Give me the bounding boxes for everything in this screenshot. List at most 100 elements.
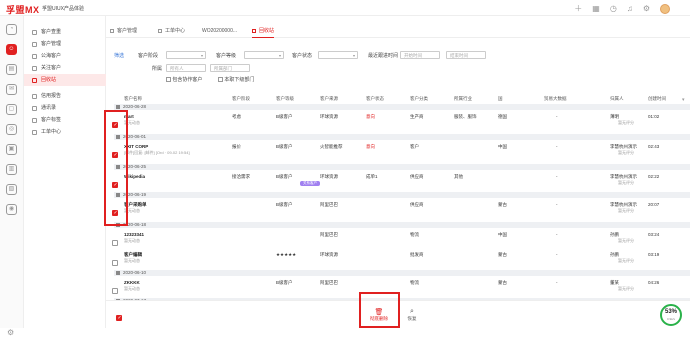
chevron-down-icon: ▾ [200, 53, 203, 58]
table-row[interactable]: mart 暂无动态 考虑 B级客户 环球资源 意向 生产商 服装、服饰 德国 -… [112, 112, 690, 128]
column-header[interactable]: 所属行业 [454, 96, 472, 102]
compass-icon[interactable]: ◎ [6, 124, 17, 135]
progress-indicator[interactable]: 53% 0.9k/s [660, 304, 682, 326]
target-icon[interactable]: ◉ [6, 204, 17, 215]
filter-button[interactable]: 筛选 [114, 52, 124, 59]
sidebar-item-tags[interactable]: 客户标签 [24, 114, 106, 126]
owner-rating: 暂无评分 [618, 238, 634, 243]
tasks-icon[interactable]: ▣ [6, 144, 17, 155]
column-header[interactable]: 归属人 [610, 96, 624, 102]
folder-icon[interactable]: ▥ [6, 164, 17, 175]
department-select[interactable]: 所属部门 [210, 64, 250, 72]
row-checkbox[interactable] [112, 288, 118, 294]
include-sub-checkbox[interactable] [218, 77, 223, 83]
owner-rating: 暂无评分 [618, 208, 634, 213]
table-row[interactable]: 客户采购单 暂无动态 B级客户 阿里巴巴 供应商 蒙古 - 李慧杭州演示 暂无评… [112, 200, 690, 216]
dashboard-icon[interactable]: ◔ [6, 24, 17, 35]
table-row[interactable]: ZKKKK 暂无动态 B级客户 阿里巴巴 物流 蒙古 - 董某 暂无评分 04:… [112, 278, 690, 294]
sidebar-item-work-orders[interactable]: 工单中心 [24, 126, 106, 138]
sidebar-item-credit-report[interactable]: 信用报告 [24, 90, 106, 102]
tab-recycle-bin[interactable]: 回收站 [252, 24, 275, 38]
customer-level: B级客户 [276, 280, 293, 285]
column-header[interactable]: 客户来源 [320, 96, 338, 102]
column-header[interactable]: 客户等级 [276, 96, 294, 102]
tab-work-order-detail[interactable]: WO20200000... [202, 24, 237, 38]
customer-stage-select[interactable]: ▾ [166, 51, 206, 59]
restore-button[interactable]: ⌕ 恢复 [404, 308, 420, 322]
table-header: 客户名称 客户阶段 客户等级 客户来源 客户状态 客户分类 所属行业 国 贸易大… [114, 96, 690, 104]
table-row[interactable]: XXIT CORP [邮件]回复: [邮件] [Ord · 09-02 19:5… [112, 142, 690, 158]
sort-arrow-icon[interactable]: ▾ [682, 97, 685, 103]
permanent-delete-button[interactable]: 🗑 彻底删除 [366, 308, 392, 322]
top-bar: 孚盟MX 孚盟UIUX产品体验 ＋ ▦ ◷ ♫ ⚙ [0, 0, 690, 16]
column-header[interactable]: 客户阶段 [232, 96, 250, 102]
column-header[interactable]: 客户状态 [366, 96, 384, 102]
trade-data: - [556, 174, 558, 179]
column-header[interactable]: 贸易大数据 [544, 96, 567, 102]
column-header[interactable]: 国 [498, 96, 503, 102]
include-collab-checkbox[interactable] [166, 77, 171, 83]
customer-category: 物流 [410, 280, 419, 285]
gear-icon[interactable]: ⚙ [7, 328, 14, 337]
customer-source: 环球资源 [320, 114, 338, 119]
customer-activity: [邮件]回复: [邮件] [Ord · 09-02 19:54] [124, 150, 190, 155]
mail-icon[interactable]: ✉ [6, 84, 17, 95]
customer-name[interactable]: ZKKKK [124, 280, 140, 285]
owner-select[interactable]: 所有人 [166, 64, 206, 72]
chart-icon[interactable]: ▧ [6, 184, 17, 195]
chat-icon[interactable]: ▢ [6, 104, 17, 115]
sidebar-item-contacts[interactable]: 通讯录 [24, 102, 106, 114]
date-group-header[interactable]: 2020-06-25 [114, 164, 690, 170]
customer-country: 蒙古 [498, 252, 507, 257]
date-group-header[interactable]: 2020-06-10 [114, 270, 690, 276]
plus-icon[interactable]: ＋ [574, 3, 582, 14]
column-header[interactable]: 创建时间 [648, 96, 666, 102]
owner-rating: 暂无评分 [618, 258, 634, 263]
avatar[interactable] [660, 3, 670, 14]
sidebar-item-recycle-bin[interactable]: 回收站 [24, 74, 106, 86]
settings-icon[interactable]: ⚙ [643, 4, 650, 13]
grid-icon[interactable]: ▦ [592, 4, 600, 13]
sidebar-item-duplicate-check[interactable]: 客户查重 [24, 26, 106, 38]
tab-customer-management[interactable]: 客户管理 [110, 24, 137, 38]
tab-bar: 客户管理 工单中心 WO20200000... 回收站 [106, 24, 690, 38]
table-row[interactable]: 12323341 暂无动态 阿里巴巴 物流 中国 - 孙鹏 暂无评分 03:24 [112, 230, 690, 246]
start-date-input[interactable]: 开始时间 [400, 51, 440, 59]
customer-level-select[interactable]: ▾ [244, 51, 284, 59]
date-group-header[interactable]: 2020-06-28 [114, 104, 690, 110]
sidebar-item-public-customers[interactable]: 公海客户 [24, 50, 106, 62]
doc-icon[interactable]: ▤ [6, 64, 17, 75]
bell-icon[interactable]: ♫ [627, 4, 633, 13]
row-checkbox[interactable] [112, 260, 118, 266]
tab-work-orders[interactable]: 工单中心 [158, 24, 185, 38]
tag-icon [32, 117, 37, 123]
column-header[interactable]: 客户名称 [124, 96, 142, 102]
table-row[interactable]: Wikipedia 接洽需求 B级客户 关系客户 环球资源 成单1 供应商 其他… [112, 172, 690, 188]
column-header[interactable]: 客户分类 [410, 96, 428, 102]
date-group-header[interactable]: 2020-06-19 [114, 192, 690, 198]
collapse-icon[interactable] [116, 104, 120, 109]
contacts-icon [32, 105, 37, 111]
sidebar-item-customer-management[interactable]: 客户管理 [24, 38, 106, 50]
include-collab-option[interactable]: 包含协作客户 [166, 76, 202, 83]
owner-label: 所属 [152, 66, 163, 72]
select-all-checkbox[interactable] [116, 315, 122, 321]
customer-state-select[interactable]: ▾ [318, 51, 358, 59]
users-icon [32, 53, 37, 59]
created-time: 01:02 [648, 114, 660, 119]
customer-name[interactable]: 12323341 [124, 232, 144, 237]
end-date-input[interactable]: 结束时间 [446, 51, 486, 59]
app-logo[interactable]: 孚盟MX [6, 3, 40, 16]
collapse-icon[interactable] [116, 270, 120, 275]
date-group-header[interactable]: 2020-06-18 [114, 222, 690, 228]
table-row[interactable]: 客户编辑 暂无动态 ★★★★★ 环球资源 批发商 蒙古 - 孙鹏 暂无评分 03… [112, 250, 690, 266]
sidebar-item-followed[interactable]: 关注客户 [24, 62, 106, 74]
include-sub-option[interactable]: 本职下级部门 [218, 76, 254, 83]
customer-icon[interactable]: ☺ [6, 44, 17, 55]
row-checkbox[interactable] [112, 240, 118, 246]
clock-icon[interactable]: ◷ [610, 4, 617, 13]
checkbox-highlight [104, 110, 128, 226]
customer-category: 生产商 [410, 114, 424, 119]
date-group-header[interactable]: 2020-06-01 [114, 134, 690, 140]
owner-rating: 暂无评分 [618, 286, 634, 291]
